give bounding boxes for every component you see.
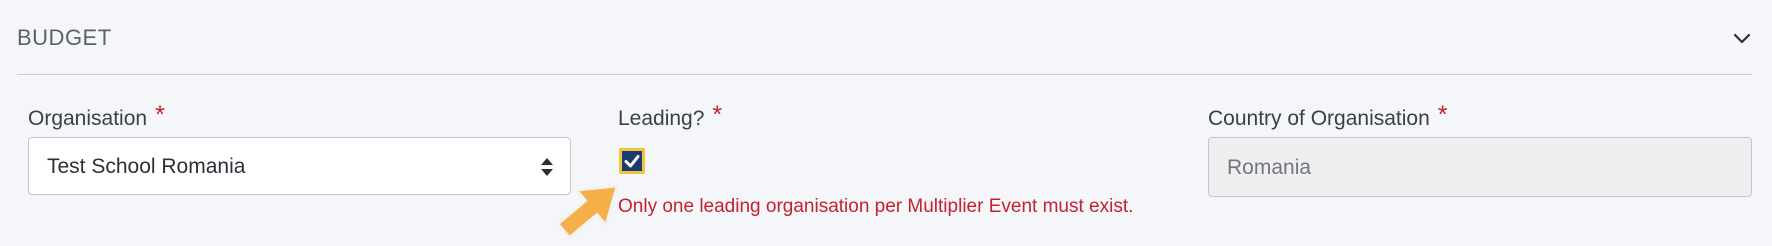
chevron-down-icon[interactable] <box>1732 28 1752 48</box>
organisation-label: Organisation * <box>28 101 165 132</box>
country-label-text: Country of Organisation <box>1208 107 1430 130</box>
required-marker: * <box>712 101 723 129</box>
country-field: Romania <box>1208 137 1752 197</box>
section-title: BUDGET <box>17 25 112 50</box>
leading-label-text: Leading? <box>618 107 705 130</box>
budget-section-header[interactable]: BUDGET <box>17 0 1752 75</box>
leading-label: Leading? * <box>618 101 723 132</box>
pointer-arrow-icon <box>556 184 619 240</box>
organisation-select-value: Test School Romania <box>47 155 246 178</box>
required-marker: * <box>155 101 165 129</box>
country-label: Country of Organisation * <box>1208 101 1448 132</box>
organisation-select[interactable]: Test School Romania <box>28 137 571 195</box>
checkmark-icon <box>624 155 640 168</box>
leading-error-message: Only one leading organisation per Multip… <box>618 196 1134 217</box>
required-marker: * <box>1437 101 1448 129</box>
country-field-value: Romania <box>1227 156 1312 179</box>
organisation-label-text: Organisation <box>28 107 148 130</box>
